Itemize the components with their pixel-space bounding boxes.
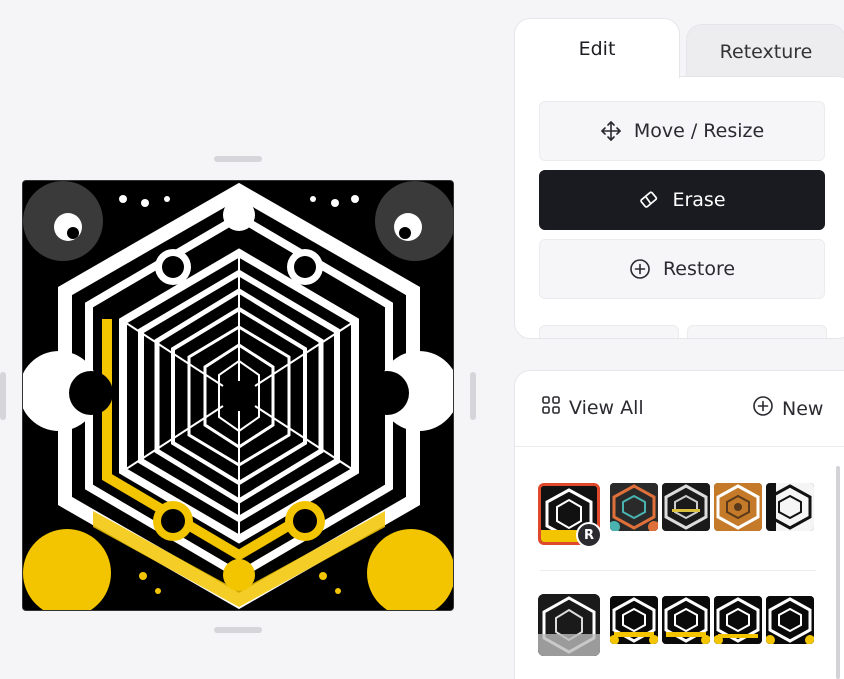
erase-label: Erase [672,189,726,211]
tab-edit-label: Edit [578,37,616,60]
tab-retexture-label: Retexture [719,41,813,63]
gallery-scrollbar[interactable] [836,466,840,679]
gallery-header: View All New [515,371,844,447]
artwork-canvas[interactable] [22,180,454,611]
plus-circle-icon [629,258,651,280]
tab-edit[interactable]: Edit [514,18,680,78]
canvas-bottom-resize-handle[interactable] [214,627,262,633]
gallery-thumbnail-original[interactable] [538,594,600,656]
gallery-thumbnail[interactable] [662,596,710,644]
canvas-right-resize-handle[interactable] [470,372,476,420]
gallery-thumbnail[interactable] [766,483,814,531]
canvas-top-resize-handle[interactable] [214,156,262,162]
gallery-thumbnail[interactable] [662,483,710,531]
tool-button-partial[interactable] [539,325,679,338]
grid-icon [541,395,561,420]
retexture-badge-label: R [583,527,594,543]
canvas-left-resize-handle[interactable] [0,372,6,420]
gallery-row-divider [540,570,816,571]
gallery-thumbnail[interactable] [714,483,762,531]
view-all-button[interactable]: View All [541,395,644,420]
new-button[interactable]: New [752,395,823,422]
gallery-thumbnail[interactable] [610,483,658,531]
edit-tools-panel: Move / Resize Erase Restore [514,76,844,339]
restore-label: Restore [662,258,736,280]
tab-retexture[interactable]: Retexture [686,24,844,80]
move-arrows-icon [600,120,622,142]
hexagon-artwork-image [23,181,453,610]
gallery-thumbnail[interactable] [714,596,762,644]
view-all-label: View All [569,396,644,419]
tool-button-partial[interactable] [687,325,827,338]
erase-button[interactable]: Erase [539,170,825,230]
move-resize-button[interactable]: Move / Resize [539,101,825,161]
move-resize-label: Move / Resize [633,120,765,142]
plus-circle-icon [752,395,774,422]
gallery-thumbnail[interactable] [610,596,658,644]
eraser-icon [638,189,660,211]
new-label: New [782,397,824,420]
retexture-badge: R [576,522,602,548]
restore-button[interactable]: Restore [539,239,825,299]
gallery-thumbnail[interactable] [766,596,814,644]
